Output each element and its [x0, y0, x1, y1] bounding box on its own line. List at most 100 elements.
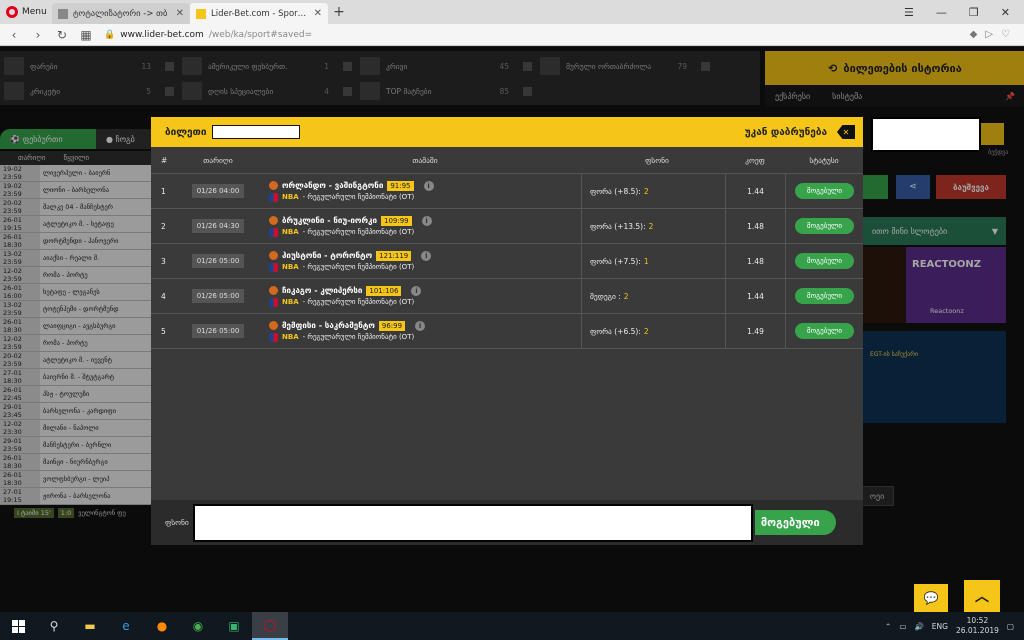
row-status: მოგებული: [785, 174, 863, 208]
row-event: მემფისი - საკრამენტო 96:99 i NBA - რეგულარულ…: [263, 320, 581, 342]
file-explorer-icon[interactable]: ▬: [72, 612, 108, 640]
row-coef: 1.48: [725, 209, 785, 243]
info-icon[interactable]: i: [421, 215, 432, 226]
bet-type: ფორა (+7.5):: [590, 256, 641, 266]
scroll-top-button[interactable]: ︿: [964, 580, 1000, 612]
heart-icon[interactable]: ♡: [1001, 29, 1010, 40]
row-num: 4: [161, 291, 166, 301]
row-coef: 1.44: [725, 174, 785, 208]
url-host: www.lider-bet.com: [120, 29, 204, 40]
ticket-modal: ბილეთი უკან დაბრუნება ✕ # თარიღი თამაში …: [151, 117, 863, 545]
restore-icon[interactable]: ❐: [969, 6, 979, 19]
chat-icon: 💬: [923, 591, 939, 605]
row-status: მოგებული: [785, 314, 863, 348]
firefox-icon[interactable]: ●: [144, 612, 180, 640]
basketball-icon: [269, 216, 278, 225]
col-coef: კოეფ: [745, 155, 765, 165]
back-icon[interactable]: ‹: [8, 28, 20, 42]
info-icon[interactable]: i: [415, 320, 426, 331]
network-icon[interactable]: ▭: [899, 622, 906, 631]
clock[interactable]: 10:52 26.01.2019: [956, 616, 999, 636]
url-field[interactable]: 🔒 www.lider-bet.com/web/ka/sport#saved=: [104, 27, 958, 43]
modal-footer: ფსონი მოგებული: [151, 500, 863, 545]
tray-arrow-icon[interactable]: ⌃: [885, 622, 891, 631]
table-row: 4 01/26 05:00 ჩიკაგო - კლიპერსი 101:106 i NBA…: [151, 279, 863, 314]
bet-type: ფორა (+8.5):: [590, 186, 641, 196]
row-bet: ფორა (+13.5): 2: [581, 209, 725, 243]
chrome-icon[interactable]: ◉: [180, 612, 216, 640]
table-row: 3 01/26 05:00 ჰიუსტონი - ტორონტო 121:119 i NB…: [151, 244, 863, 279]
info-icon[interactable]: i: [421, 250, 432, 261]
nba-logo-icon: [269, 227, 278, 237]
excel-icon[interactable]: ▣: [216, 612, 252, 640]
edge-icon[interactable]: e: [108, 612, 144, 640]
language-indicator[interactable]: ENG: [932, 622, 948, 631]
final-score: 96:99: [378, 320, 406, 331]
row-num: 1: [161, 186, 166, 196]
bet-value: 2: [643, 326, 649, 336]
redacted-area: [871, 117, 981, 152]
nba-logo-icon: [269, 262, 278, 272]
league-name: NBA: [282, 298, 299, 306]
table-row: 5 01/26 05:00 მემფისი - საკრამენტო 96:99 i NB…: [151, 314, 863, 349]
opera-menu-button[interactable]: Menu: [0, 0, 52, 24]
window-controls: ☰ — ❐ ✕: [904, 0, 1024, 24]
volume-icon[interactable]: 🔊: [914, 622, 923, 631]
new-tab-button[interactable]: +: [328, 0, 350, 24]
send-icon[interactable]: ▷: [985, 29, 993, 40]
row-bet: ფორა (+6.5): 2: [581, 314, 725, 348]
address-actions: ◆ ▷ ♡: [970, 29, 1024, 40]
row-date: 01/26 05:00: [173, 254, 263, 268]
match-teams: ბრუკლინი - ნიუ-იორკი: [282, 216, 377, 225]
minimize-icon[interactable]: —: [936, 6, 947, 19]
close-tab-icon[interactable]: ✕: [314, 8, 322, 19]
bet-value: 2: [623, 291, 629, 301]
info-icon[interactable]: i: [411, 285, 422, 296]
nba-logo-icon: [269, 332, 278, 342]
search-icon[interactable]: ⚲: [36, 612, 72, 640]
league-line: NBA - რეგულარული ჩემპიონატი (OT): [269, 332, 581, 342]
nba-logo-icon: [269, 192, 278, 202]
tab-favicon-icon: [58, 8, 68, 19]
forward-icon[interactable]: ›: [32, 28, 44, 42]
row-coef: 1.49: [725, 314, 785, 348]
col-event: თამაში: [412, 155, 438, 165]
reload-icon[interactable]: ↻: [56, 28, 68, 42]
date-pill: 01/26 04:00: [191, 184, 245, 198]
windows-taskbar: ⚲ ▬ e ● ◉ ▣ ◯ ⌃ ▭ 🔊 ENG 10:52 26.01.2019…: [0, 612, 1024, 640]
browser-tab-2[interactable]: Lider-Bet.com - Sports and ✕: [190, 3, 328, 24]
final-score: 121:119: [376, 250, 412, 261]
row-date: 01/26 05:00: [173, 289, 263, 303]
extension-icon[interactable]: ◆: [970, 29, 978, 40]
date-pill: 01/26 05:00: [191, 289, 245, 303]
ticket-table: # თარიღი თამაში ფსონი კოეფ სტატუსი 1 01/2…: [151, 147, 863, 349]
nba-logo-icon: [269, 297, 278, 307]
basketball-icon: [269, 181, 278, 190]
opera-taskbar-icon[interactable]: ◯: [252, 612, 288, 640]
event-line: ჩიკაგო - კლიპერსი 101:106 i: [269, 285, 581, 296]
match-teams: მემფისი - საკრამენტო: [282, 321, 375, 330]
league-name: NBA: [282, 228, 299, 236]
speed-dial-icon[interactable]: ▦: [80, 28, 92, 42]
close-tab-icon[interactable]: ✕: [176, 8, 184, 19]
notification-icon[interactable]: ▢: [1007, 622, 1014, 631]
back-button[interactable]: უკან დაბრუნება: [745, 127, 827, 138]
col-num: #: [161, 155, 168, 165]
info-icon[interactable]: i: [423, 180, 434, 191]
tab-menu-icon[interactable]: ☰: [904, 6, 914, 19]
league-line: NBA - რეგულარული ჩემპიონატი (OT): [269, 262, 581, 272]
final-score: 109:99: [380, 215, 412, 226]
table-row: 2 01/26 04:30 ბრუკლინი - ნიუ-იორკი 109:99 i N…: [151, 209, 863, 244]
league-detail: - რეგულარული ჩემპიონატი (OT): [302, 193, 415, 201]
status-badge: მოგებული: [794, 218, 855, 234]
start-button[interactable]: [0, 612, 36, 640]
basketball-icon: [269, 321, 278, 330]
row-num: 2: [161, 221, 166, 231]
address-bar: ‹ › ↻ ▦ 🔒 www.lider-bet.com/web/ka/sport…: [0, 24, 1024, 46]
backspace-icon[interactable]: ✕: [837, 125, 855, 139]
modal-header: ბილეთი უკან დაბრუნება ✕: [151, 117, 863, 147]
chat-button[interactable]: 💬: [914, 584, 948, 612]
row-date: 01/26 04:30: [173, 219, 263, 233]
browser-tab-1[interactable]: ტოტალიზატორი -> თბ ✕: [52, 3, 190, 24]
close-window-icon[interactable]: ✕: [1001, 6, 1010, 19]
